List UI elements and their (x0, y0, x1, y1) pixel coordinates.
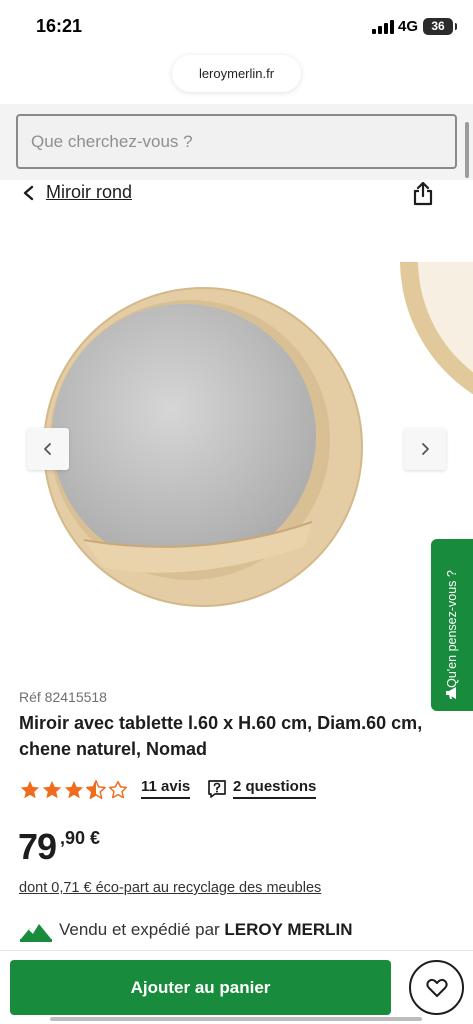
gallery-next-button[interactable] (404, 428, 446, 470)
question-icon (208, 780, 226, 798)
favorite-button[interactable] (409, 960, 464, 1015)
network-label: 4G (398, 18, 419, 35)
status-time: 16:21 (36, 16, 83, 36)
star-rating[interactable] (19, 778, 129, 802)
feedback-tab[interactable]: Qu'en pensez-vous ? (431, 539, 473, 711)
heart-icon (425, 978, 448, 997)
price-integer: 79 (18, 826, 57, 867)
star-half-icon (86, 780, 106, 799)
megaphone-icon (446, 687, 456, 699)
status-bar: 16:21 4G 36 (0, 0, 473, 54)
vendor-text: Vendu et expédié par LEROY MERLIN (59, 920, 353, 940)
search-input[interactable]: Que cherchez-vous ? (16, 114, 457, 169)
url-bar[interactable]: leroymerlin.fr (172, 55, 301, 92)
battery-icon: 36 (423, 18, 457, 35)
leroy-merlin-logo-icon (20, 924, 52, 942)
gallery-prev-button[interactable] (27, 428, 69, 470)
questions-link[interactable]: 2 questions (233, 778, 317, 799)
breadcrumb-link[interactable]: Miroir rond (46, 182, 132, 203)
star-full-icon (42, 780, 62, 799)
share-icon[interactable] (411, 180, 435, 206)
feedback-label: Qu'en pensez-vous ? (445, 570, 459, 688)
chevron-left-icon[interactable] (20, 183, 38, 203)
vendor-name: LEROY MERLIN (224, 920, 353, 939)
add-to-cart-button[interactable]: Ajouter au panier (10, 960, 391, 1015)
star-full-icon (20, 780, 40, 799)
product-image (43, 262, 473, 607)
star-empty-icon (109, 781, 127, 799)
home-indicator[interactable] (50, 1017, 422, 1021)
scrollbar[interactable] (465, 122, 469, 178)
product-title: Miroir avec tablette l.60 x H.60 cm, Dia… (19, 713, 423, 759)
reviews-link[interactable]: 11 avis (141, 778, 191, 799)
chevron-left-icon (44, 443, 51, 455)
price-decimal: ,90 € (60, 828, 101, 848)
product-price: 79 ,90 € (18, 826, 100, 868)
eco-part-link[interactable]: dont 0,71 € éco-part au recyclage des me… (19, 880, 321, 896)
product-gallery[interactable] (0, 240, 473, 670)
chevron-right-icon (422, 443, 429, 455)
star-full-icon (64, 780, 84, 799)
product-reference: Réf 82415518 (19, 689, 107, 705)
vendor-prefix: Vendu et expédié par (59, 920, 220, 939)
signal-icon (372, 20, 394, 34)
breadcrumb: Miroir rond (0, 176, 473, 212)
